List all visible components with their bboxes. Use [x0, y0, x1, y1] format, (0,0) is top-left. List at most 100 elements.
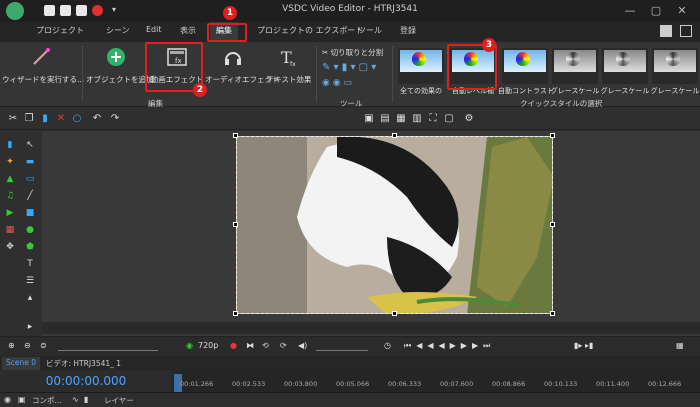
volume-slider[interactable] — [316, 343, 368, 351]
resize-handle[interactable] — [550, 133, 555, 138]
speech-bubble-icon[interactable]: ▴ — [24, 292, 36, 304]
track-header-row: ◉ ▣ コンポ... ∿ ▮ レイヤー — [0, 392, 700, 407]
delete-icon[interactable]: ✕ — [54, 112, 68, 126]
cut-icon[interactable]: ✂ — [6, 112, 20, 126]
subtitle-icon[interactable]: ☰ — [24, 275, 36, 287]
undo-icon[interactable]: ↶ — [90, 112, 104, 126]
zoom-out-icon[interactable]: ⊖ — [24, 341, 31, 350]
image-icon[interactable]: ▲ — [4, 173, 16, 185]
video-frame-cat[interactable] — [236, 136, 553, 314]
tab-tools[interactable]: ツール — [358, 25, 382, 36]
close-button[interactable]: ✕ — [672, 2, 692, 20]
add-object-button[interactable]: オブジェクトを追加 — [86, 42, 154, 98]
chart-icon[interactable]: ▮ — [4, 139, 16, 151]
align-icon-2[interactable]: ▤ — [378, 112, 392, 126]
quick-style-grayscale-3[interactable]: グレースケール — [651, 48, 699, 95]
playback-controls[interactable]: ⏮◀◀◀▶▶▶⏭ — [404, 341, 495, 351]
audio-effects-button[interactable]: オーディオエフェクト — [205, 42, 279, 98]
resize-handle[interactable] — [233, 311, 238, 316]
align-icon-6[interactable]: ▢ — [442, 112, 456, 126]
align-icon-5[interactable]: ⛶ — [426, 112, 440, 126]
tab-view[interactable]: 表示 — [180, 25, 196, 36]
tool-row-2[interactable]: ◉ ◉ ▭ — [322, 78, 352, 88]
settings-icon[interactable] — [680, 25, 692, 37]
volume-icon[interactable]: ◀) — [298, 341, 307, 350]
tab-edit[interactable]: Edit — [146, 25, 162, 34]
redo-icon[interactable]: ↷ — [108, 112, 122, 126]
ellipse-icon[interactable]: ● — [24, 224, 36, 236]
audio-icon[interactable]: ♫ — [4, 190, 16, 202]
audio-wave-icon[interactable]: ∿ — [72, 395, 79, 404]
clock-icon[interactable]: ◷ — [384, 341, 391, 350]
frame-controls[interactable]: ▮▸ ▸▮ — [574, 341, 593, 350]
timeline-ruler[interactable]: 00:01.266 00:02.533 00:03.800 00:05.066 … — [172, 370, 700, 392]
grid-icon[interactable]: ▦ — [4, 224, 16, 236]
zoom-in-icon[interactable]: ⊕ — [8, 341, 15, 350]
timeline-settings-icon[interactable]: ▦ — [676, 341, 684, 350]
quick-style-grayscale-1[interactable]: グレースケール — [551, 48, 599, 95]
preview-eye-icon[interactable]: ◉ — [186, 341, 193, 350]
annotation-badge-3: 3 — [482, 38, 496, 52]
lock-icon[interactable]: ▣ — [18, 395, 26, 404]
split-icon[interactable]: ⧓ — [246, 341, 254, 350]
loop-icon[interactable]: ⟲ — [262, 341, 269, 350]
annotation-badge-1: 1 — [223, 6, 237, 20]
annotation-badge-2: 2 — [193, 83, 207, 97]
vsdc-window: ▾ VSDC Video Editor - HTRJ3541 — ▢ ✕ プロジ… — [0, 0, 700, 407]
resize-handle[interactable] — [233, 222, 238, 227]
tab-export[interactable]: プロジェクトの エクスポート — [257, 25, 363, 36]
line-icon[interactable]: ╱ — [24, 190, 36, 202]
paste-icon[interactable]: ▮ — [38, 112, 52, 126]
video-icon[interactable]: ▭ — [24, 173, 36, 185]
circle-icon[interactable]: ○ — [70, 112, 84, 126]
text-effects-button[interactable]: Tfx テキスト効果 — [263, 42, 315, 98]
tab-register[interactable]: 登録 — [400, 25, 416, 36]
tab-scene[interactable]: シーン — [106, 25, 130, 36]
snap-icon[interactable]: ⟳ — [280, 341, 287, 350]
zoom-fit-icon[interactable]: ⊜ — [40, 341, 47, 350]
gear-icon[interactable]: ⚙ — [462, 112, 476, 126]
text-icon[interactable]: T — [24, 258, 36, 270]
scene-tab[interactable]: Scene 0 — [2, 357, 41, 370]
move-icon[interactable]: ✥ — [4, 241, 16, 253]
resize-handle[interactable] — [392, 133, 397, 138]
quality-select[interactable]: 720p — [198, 341, 218, 350]
ruler-tick: 00:05.066 — [336, 380, 370, 388]
align-icon-4[interactable]: ▥ — [410, 112, 424, 126]
polygon-icon[interactable]: ⬟ — [24, 241, 36, 253]
panel-expand-icon[interactable]: ▸ — [24, 321, 36, 333]
align-icon-3[interactable]: ▦ — [394, 112, 408, 126]
layer-icon[interactable]: ▬ — [24, 156, 36, 168]
quick-style-all-effects[interactable]: 全ての効果の — [398, 48, 444, 95]
resize-handle[interactable] — [392, 311, 397, 316]
scene-path[interactable]: ビデオ: HTRJ3541_ 1 — [46, 358, 121, 369]
record-icon[interactable]: ● — [230, 341, 237, 350]
ruler-tick: 00:10.133 — [544, 380, 578, 388]
add-icon — [107, 48, 125, 66]
layout-icon[interactable] — [660, 25, 672, 37]
minimize-button[interactable]: — — [620, 2, 640, 20]
quick-style-auto-contrast[interactable]: 自動コントラスト — [498, 48, 554, 95]
headphones-icon — [225, 52, 241, 65]
play-object-icon[interactable]: ▶ — [4, 207, 16, 219]
tab-project[interactable]: プロジェクト — [36, 25, 84, 36]
wizard-button[interactable]: ウィザードを実行する... — [2, 42, 84, 98]
resize-handle[interactable] — [550, 222, 555, 227]
resize-handle[interactable] — [233, 133, 238, 138]
align-icon-1[interactable]: ▣ — [362, 112, 376, 126]
resize-handle[interactable] — [550, 311, 555, 316]
maximize-button[interactable]: ▢ — [646, 2, 666, 20]
zoom-slider[interactable] — [58, 343, 158, 351]
quick-style-grayscale-2[interactable]: グレースケール — [601, 48, 649, 95]
text-effects-icon: Tfx — [281, 48, 296, 68]
rectangle-icon[interactable]: ■ — [24, 207, 36, 219]
horizontal-scrollbar[interactable] — [42, 322, 700, 334]
pointer-icon[interactable]: ↖ — [24, 139, 36, 151]
copy-icon[interactable]: ❐ — [22, 112, 36, 126]
ribbon: ウィザードを実行する... オブジェクトを追加 fx 動画エフェクト オーディオ… — [0, 42, 700, 108]
track-mute-icon[interactable]: ▮ — [84, 395, 88, 404]
cut-split-button[interactable]: ✂ 切り取りと分割 — [322, 47, 383, 58]
tool-row-1[interactable]: ✎ ▾ ▮ ▾ ▢ ▾ — [322, 62, 376, 73]
sprite-icon[interactable]: ✦ — [4, 156, 16, 168]
eye-icon[interactable]: ◉ — [4, 395, 11, 404]
